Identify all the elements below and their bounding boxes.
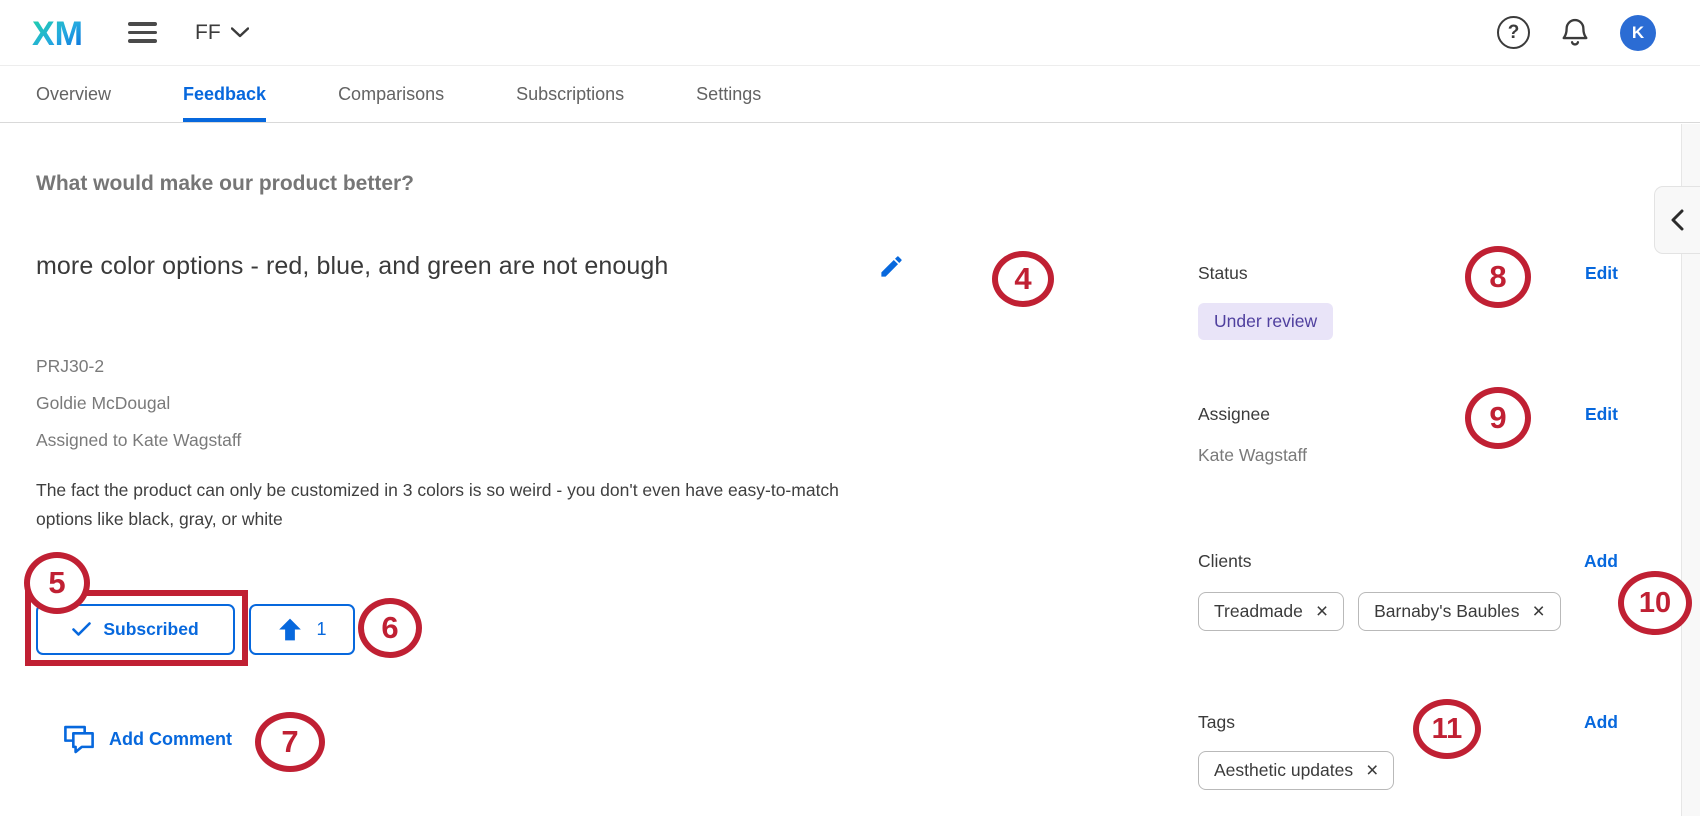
- notifications-bell-icon[interactable]: [1560, 17, 1590, 49]
- assignee-value: Kate Wagstaff: [1198, 445, 1307, 466]
- expand-panel-button[interactable]: [1654, 186, 1700, 254]
- annotation-circle-11: 11: [1413, 699, 1481, 759]
- remove-client-icon[interactable]: ×: [1532, 601, 1544, 622]
- workspace-dropdown[interactable]: FF: [195, 21, 249, 45]
- tag-chip: Aesthetic updates ×: [1198, 751, 1394, 790]
- help-icon[interactable]: ?: [1497, 16, 1530, 49]
- remove-tag-icon[interactable]: ×: [1366, 760, 1378, 781]
- assignee-edit-link[interactable]: Edit: [1585, 404, 1618, 425]
- client-chip: Barnaby's Baubles ×: [1358, 592, 1561, 631]
- edit-title-pencil-icon[interactable]: [878, 253, 905, 280]
- add-comment-button[interactable]: Add Comment: [62, 724, 232, 755]
- feedback-question-heading: What would make our product better?: [36, 172, 414, 196]
- menu-icon[interactable]: [128, 22, 157, 43]
- tag-chips: Aesthetic updates ×: [1198, 751, 1394, 790]
- clients-add-link[interactable]: Add: [1584, 551, 1618, 572]
- client-chips: Treadmade × Barnaby's Baubles ×: [1198, 592, 1561, 631]
- workspace-label: FF: [195, 21, 221, 45]
- chevron-left-icon: [1670, 209, 1685, 231]
- tags-label: Tags: [1198, 712, 1235, 733]
- annotation-circle-8: 8: [1465, 246, 1531, 308]
- check-icon: [72, 622, 91, 637]
- assignee-label: Assignee: [1198, 404, 1270, 425]
- tab-subscriptions[interactable]: Subscriptions: [516, 67, 624, 122]
- client-chip: Treadmade ×: [1198, 592, 1344, 631]
- top-bar: XM FF ? K: [0, 0, 1700, 66]
- tab-settings[interactable]: Settings: [696, 67, 761, 122]
- idea-description: The fact the product can only be customi…: [36, 476, 839, 534]
- status-edit-link[interactable]: Edit: [1585, 263, 1618, 284]
- idea-metadata: PRJ30-2 Goldie McDougal Assigned to Kate…: [36, 348, 241, 459]
- section-tabs: Overview Feedback Comparisons Subscripti…: [0, 67, 1700, 123]
- help-glyph: ?: [1508, 22, 1520, 44]
- tab-feedback[interactable]: Feedback: [183, 67, 266, 122]
- annotation-circle-10: 10: [1618, 571, 1692, 635]
- upvote-button[interactable]: 1: [249, 604, 355, 655]
- annotation-circle-9: 9: [1465, 387, 1531, 449]
- subscribed-label: Subscribed: [103, 619, 198, 640]
- clients-label: Clients: [1198, 551, 1252, 572]
- add-comment-label: Add Comment: [109, 729, 232, 750]
- upvote-count: 1: [316, 619, 326, 640]
- comment-icon: [62, 724, 96, 755]
- user-avatar[interactable]: K: [1620, 15, 1656, 51]
- chevron-down-icon: [231, 27, 249, 38]
- tab-comparisons[interactable]: Comparisons: [338, 67, 444, 122]
- status-label: Status: [1198, 263, 1248, 284]
- idea-assigned-to: Assigned to Kate Wagstaff: [36, 422, 241, 459]
- idea-title: more color options - red, blue, and gree…: [36, 252, 668, 281]
- idea-id: PRJ30-2: [36, 348, 241, 385]
- status-badge: Under review: [1198, 303, 1333, 340]
- tags-add-link[interactable]: Add: [1584, 712, 1618, 733]
- upvote-arrow-icon: [277, 617, 303, 642]
- xm-logo: XM: [32, 12, 94, 54]
- avatar-initial: K: [1632, 23, 1644, 43]
- annotation-circle-7: 7: [255, 712, 325, 772]
- annotation-circle-6: 6: [358, 598, 422, 658]
- remove-client-icon[interactable]: ×: [1316, 601, 1328, 622]
- annotation-circle-5: 5: [24, 552, 90, 614]
- annotation-circle-4: 4: [992, 251, 1054, 307]
- tab-overview[interactable]: Overview: [36, 67, 111, 122]
- svg-text:XM: XM: [32, 15, 83, 53]
- idea-author: Goldie McDougal: [36, 385, 241, 422]
